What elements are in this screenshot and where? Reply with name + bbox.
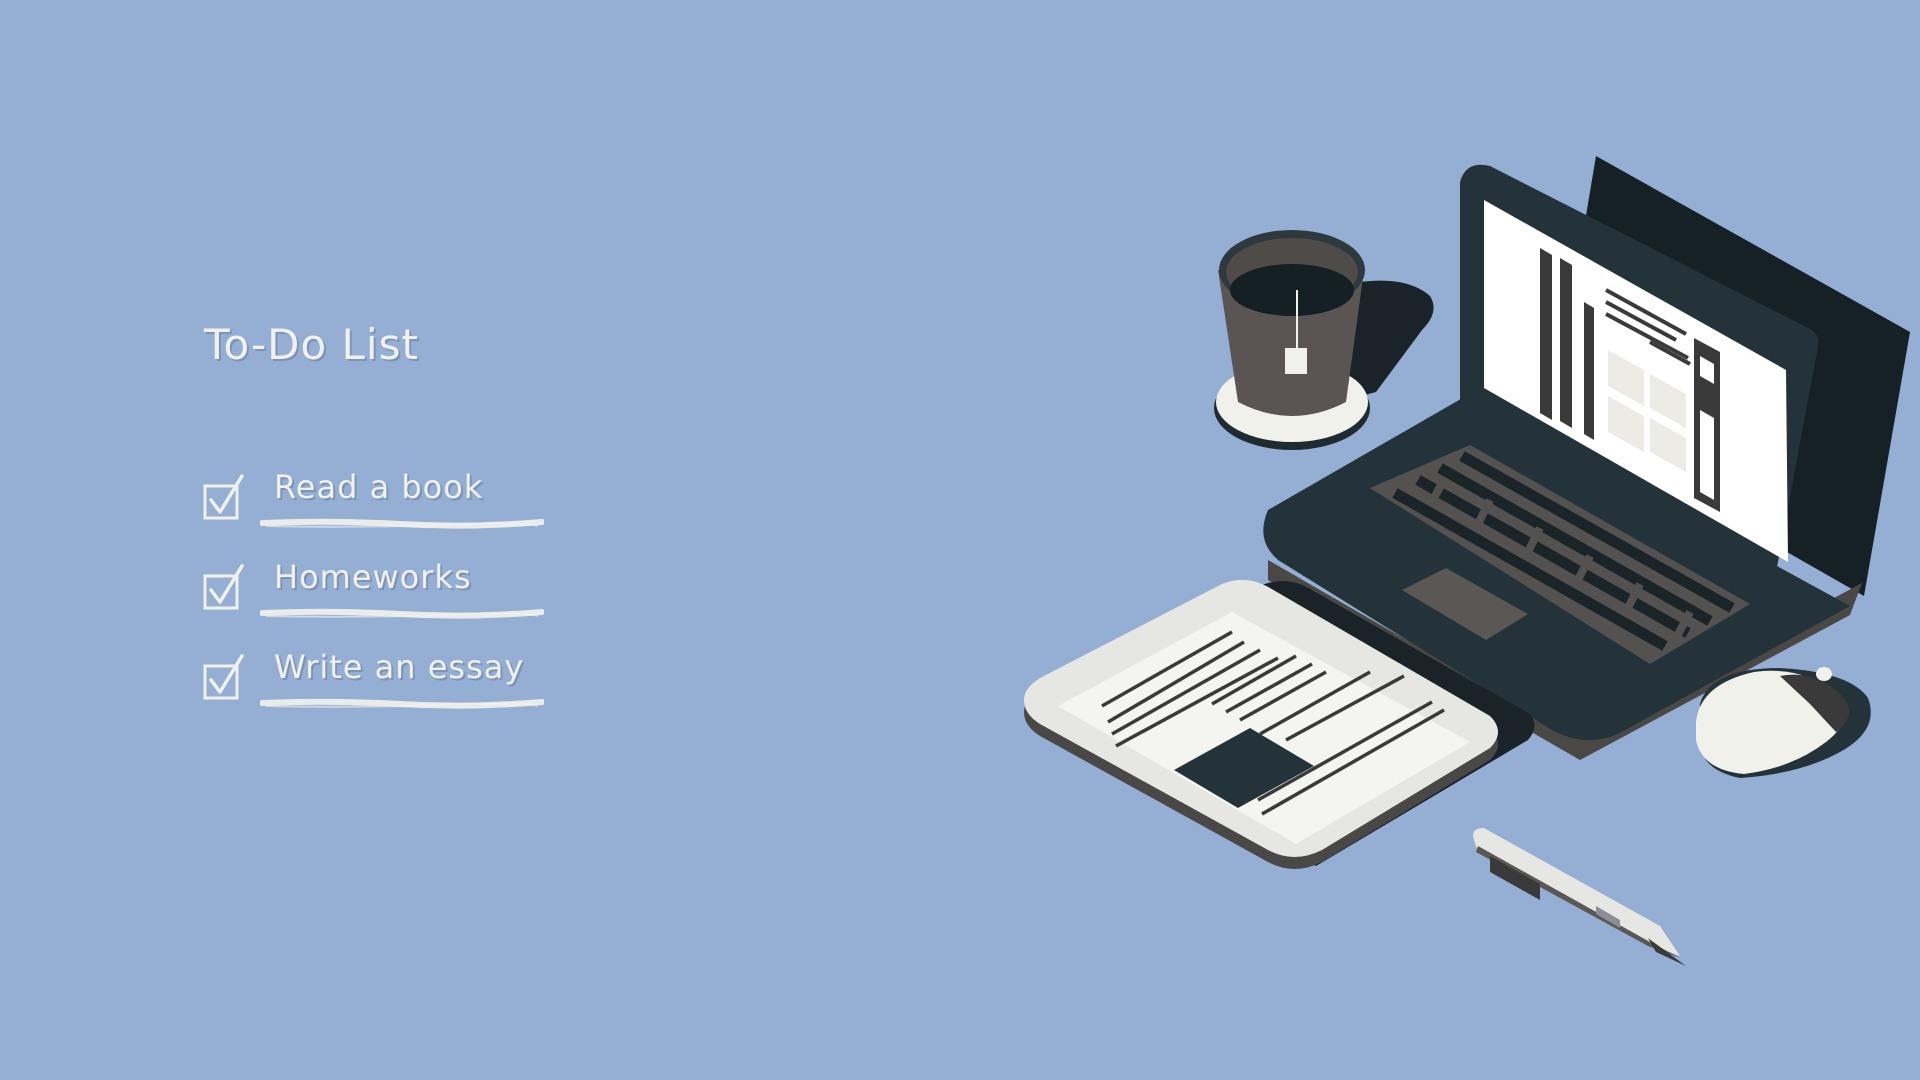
tea-cup-icon — [1214, 230, 1434, 450]
pen-icon — [1473, 828, 1686, 966]
mouse-icon — [1696, 667, 1871, 778]
slide: To-Do List Read a book Homeworks Write a… — [0, 0, 1920, 1080]
desk-illustration — [1024, 156, 1910, 966]
